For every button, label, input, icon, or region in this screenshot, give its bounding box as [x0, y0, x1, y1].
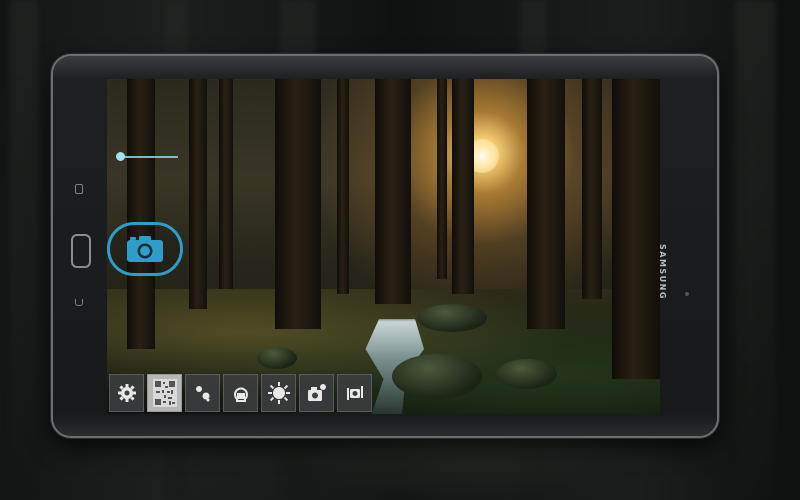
- tree-trunk: [189, 79, 207, 309]
- qr-scanner-button[interactable]: [147, 374, 182, 412]
- white-balance-button[interactable]: [223, 374, 258, 412]
- camera-icon: [127, 236, 163, 262]
- tree-trunk: [582, 79, 602, 299]
- tree-trunk: [437, 79, 447, 279]
- tree-trunk: [375, 79, 411, 304]
- tree-trunk: [452, 79, 474, 294]
- tree-trunk: [275, 79, 321, 329]
- tree-trunk: [612, 79, 660, 379]
- back-key[interactable]: [75, 299, 83, 306]
- tree-trunk: [127, 79, 155, 349]
- recent-apps-key[interactable]: [75, 184, 83, 194]
- settings-button[interactable]: [109, 374, 144, 412]
- zoom-slider[interactable]: [116, 150, 178, 164]
- tree-trunk: [219, 79, 233, 289]
- color-effect-button[interactable]: [185, 374, 220, 412]
- shutter-button[interactable]: [107, 222, 183, 276]
- bulb-icon: [233, 387, 248, 402]
- app-promo-scene: SAMSUNG: [0, 0, 800, 500]
- camera-scene-icon: [307, 384, 326, 401]
- camera-viewfinder[interactable]: [107, 79, 660, 414]
- camera-toolbar: [109, 374, 372, 412]
- light-sensor: [685, 292, 689, 296]
- exposure-button[interactable]: [261, 374, 296, 412]
- background-tree: [735, 0, 775, 500]
- rock: [392, 354, 482, 399]
- tree-trunk: [527, 79, 565, 329]
- rock: [417, 304, 487, 332]
- scene-mode-button[interactable]: [299, 374, 334, 412]
- dots-icon: [195, 386, 209, 402]
- rock: [257, 347, 297, 369]
- qr-code-icon: [152, 379, 177, 407]
- zoom-slider-track[interactable]: [120, 156, 178, 158]
- switch-camera-button[interactable]: [337, 374, 372, 412]
- sun-icon: [267, 382, 290, 404]
- switch-camera-icon: [346, 386, 363, 400]
- zoom-slider-knob[interactable]: [116, 152, 125, 161]
- rock: [497, 359, 557, 389]
- gear-icon: [117, 384, 136, 402]
- tree-trunk: [337, 79, 349, 294]
- home-button[interactable]: [71, 234, 91, 268]
- background-tree: [10, 0, 38, 500]
